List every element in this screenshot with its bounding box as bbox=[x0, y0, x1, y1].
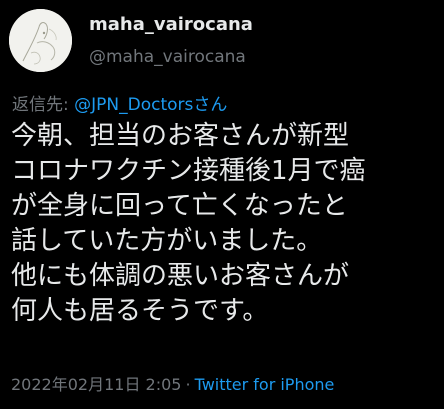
reply-mention-link[interactable]: @JPN_Doctors bbox=[74, 95, 193, 115]
line-drawing-avatar-icon bbox=[9, 9, 72, 72]
tweet-text-line: 何人も居るそうです。 bbox=[11, 296, 269, 326]
tweet-text-line: コロナワクチン接種後1月で癌 bbox=[11, 156, 366, 186]
tweet-source-link[interactable]: Twitter for iPhone bbox=[195, 375, 335, 394]
tweet-text-line: 話していた方がいました。 bbox=[11, 226, 323, 256]
meta-separator: · bbox=[185, 375, 191, 394]
author-handle[interactable]: @maha_vairocana bbox=[89, 47, 246, 67]
tweet-text: 今朝、担当のお客さんが新型 コロナワクチン接種後1月で癌 が全身に回って亡くなっ… bbox=[11, 119, 437, 329]
avatar[interactable] bbox=[9, 9, 72, 72]
author-display-name[interactable]: maha_vairocana bbox=[89, 14, 253, 35]
tweet-text-line: 今朝、担当のお客さんが新型 bbox=[11, 121, 350, 151]
tweet-text-line: 他にも体調の悪いお客さんが bbox=[11, 261, 350, 291]
tweet-meta: 2022年02月11日 2:05 · Twitter for iPhone bbox=[11, 371, 334, 395]
tweet-timestamp[interactable]: 2022年02月11日 2:05 bbox=[11, 375, 181, 394]
tweet-card: maha_vairocana @maha_vairocana 返信先: @JPN… bbox=[0, 0, 444, 409]
reply-to-line: 返信先: @JPN_Doctorsさん bbox=[12, 90, 227, 115]
reply-suffix: さん bbox=[193, 95, 228, 115]
tweet-text-line: が全身に回って亡くなったと bbox=[11, 191, 348, 221]
reply-prefix: 返信先: bbox=[12, 95, 75, 115]
